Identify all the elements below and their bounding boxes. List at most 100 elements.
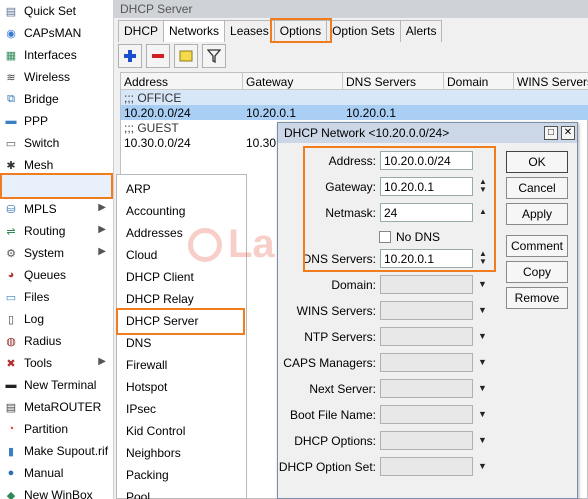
column-domain[interactable]: Domain — [444, 73, 514, 90]
wins-servers-input[interactable] — [380, 301, 473, 320]
maximize-button[interactable]: □ — [544, 126, 558, 140]
sidebar-item-bridge[interactable]: ⧉ Bridge — [0, 88, 114, 110]
filter-button[interactable] — [202, 44, 226, 68]
sidebar-item-interfaces[interactable]: ▦ Interfaces — [0, 44, 114, 66]
submenu-item-dhcp-client[interactable]: DHCP Client — [117, 266, 246, 288]
sidebar-item-queues[interactable]: ◕ Queues — [0, 264, 114, 286]
dns-servers-label: DNS Servers: — [302, 252, 376, 266]
wins-servers-dropdown-icon[interactable]: ▼ — [478, 305, 487, 315]
sidebar-item-routing[interactable]: ⇌ Routing ▶ — [0, 220, 114, 242]
sidebar-item-wireless[interactable]: ≋ Wireless — [0, 66, 114, 88]
comment-button[interactable]: Comment — [506, 235, 568, 257]
sidebar-item-ppp[interactable]: ▬ PPP — [0, 110, 114, 132]
comment-button[interactable] — [174, 44, 198, 68]
sidebar-item-files[interactable]: ▭ Files — [0, 286, 114, 308]
ok-button[interactable]: OK — [506, 151, 568, 173]
submenu-item-packing[interactable]: Packing — [117, 464, 246, 486]
sidebar-item-label: Manual — [24, 466, 64, 480]
sidebar-item-quick-set[interactable]: ▤ Quick Set — [0, 0, 114, 22]
sidebar-item-metarouter[interactable]: ▤ MetaROUTER — [0, 396, 114, 418]
ntp-servers-label: NTP Servers: — [304, 330, 376, 344]
checkbox-icon — [379, 231, 391, 243]
tab-alerts[interactable]: Alerts — [399, 20, 443, 42]
apply-button[interactable]: Apply — [506, 203, 568, 225]
no-dns-label: No DNS — [396, 230, 441, 244]
sidebar-item-new-winbox[interactable]: ◆ New WinBox — [0, 484, 114, 499]
submenu-item-arp[interactable]: ARP — [117, 178, 246, 200]
gateway-spinner-icon[interactable]: ▲ ▼ — [477, 178, 489, 196]
submenu-item-firewall[interactable]: Firewall — [117, 354, 246, 376]
dns-servers-spinner-icon[interactable]: ▲ ▼ — [477, 250, 489, 268]
caps-managers-label: CAPS Managers: — [283, 356, 376, 370]
address-input[interactable]: 10.20.0.0/24 — [380, 151, 473, 170]
column-dns-servers[interactable]: DNS Servers — [343, 73, 444, 90]
column-wins-servers[interactable]: WINS Servers — [514, 73, 588, 90]
sidebar-item-log[interactable]: ▯ Log — [0, 308, 114, 330]
dhcp-option-set-input[interactable] — [380, 457, 473, 476]
domain-dropdown-icon[interactable]: ▼ — [478, 279, 487, 289]
tab-dhcp[interactable]: DHCP — [118, 20, 165, 42]
sidebar-item-mpls[interactable]: ⛁ MPLS ▶ — [0, 198, 114, 220]
submenu-item-dhcp-server[interactable]: DHCP Server — [117, 310, 246, 332]
dns-servers-input[interactable]: 10.20.0.1 — [380, 249, 473, 268]
next-server-dropdown-icon[interactable]: ▼ — [478, 383, 487, 393]
copy-button[interactable]: Copy — [506, 261, 568, 283]
submenu-item-neighbors[interactable]: Neighbors — [117, 442, 246, 464]
dhcp-options-input[interactable] — [380, 431, 473, 450]
bridge-icon: ⧉ — [7, 92, 15, 105]
remove-button[interactable]: Remove — [506, 287, 568, 309]
remove-button[interactable] — [146, 44, 170, 68]
sidebar-item-switch[interactable]: ▭ Switch — [0, 132, 114, 154]
dhcp-option-set-dropdown-icon[interactable]: ▼ — [478, 461, 487, 471]
mesh-icon: ✱ — [6, 159, 16, 172]
ntp-servers-dropdown-icon[interactable]: ▼ — [478, 331, 487, 341]
caps-managers-input[interactable] — [380, 353, 473, 372]
submenu-item-cloud[interactable]: Cloud — [117, 244, 246, 266]
table-row[interactable]: ;;; OFFICE — [121, 90, 588, 105]
netmask-up-icon[interactable]: ▲ — [477, 208, 489, 226]
next-server-input[interactable] — [380, 379, 473, 398]
table-row[interactable]: 10.20.0.0/24 10.20.0.1 10.20.0.1 — [121, 105, 588, 120]
submenu-item-hotspot[interactable]: Hotspot — [117, 376, 246, 398]
ntp-servers-input[interactable] — [380, 327, 473, 346]
sidebar-item-make-supout-rif[interactable]: ▮ Make Supout.rif — [0, 440, 114, 462]
sidebar-item-manual[interactable]: ● Manual — [0, 462, 114, 484]
submenu-item-dns[interactable]: DNS — [117, 332, 246, 354]
sidebar-item-partition[interactable]: ◔ Partition — [0, 418, 114, 440]
tab-option-sets[interactable]: Option Sets — [326, 20, 401, 42]
winbox-icon: ◆ — [6, 489, 16, 499]
tab-leases[interactable]: Leases — [224, 20, 275, 42]
domain-input[interactable] — [380, 275, 473, 294]
submenu-arrow-icon: ▶ — [98, 246, 106, 257]
no-dns-checkbox[interactable]: No DNS — [379, 230, 440, 244]
close-button[interactable]: ✕ — [561, 126, 575, 140]
submenu-item-addresses[interactable]: Addresses — [117, 222, 246, 244]
submenu-item-ipsec[interactable]: IPsec — [117, 398, 246, 420]
submenu-item-kid-control[interactable]: Kid Control — [117, 420, 246, 442]
sidebar-item-radius[interactable]: ◍ Radius — [0, 330, 114, 352]
cancel-button[interactable]: Cancel — [506, 177, 568, 199]
submenu-item-dhcp-relay[interactable]: DHCP Relay — [117, 288, 246, 310]
table-header: Address Gateway DNS Servers Domain WINS … — [121, 73, 588, 90]
plus-icon — [124, 50, 136, 62]
gateway-row: Gateway: 10.20.0.1 ▲ ▼ — [278, 177, 503, 197]
sidebar-item-label: New WinBox — [24, 488, 93, 499]
dhcp-network-dialog: DHCP Network <10.20.0.0/24> □ ✕ Address:… — [277, 122, 578, 499]
caps-managers-dropdown-icon[interactable]: ▼ — [478, 357, 487, 367]
sidebar-item-tools[interactable]: ✖ Tools ▶ — [0, 352, 114, 374]
boot-file-name-dropdown-icon[interactable]: ▼ — [478, 409, 487, 419]
column-gateway[interactable]: Gateway — [243, 73, 343, 90]
add-button[interactable] — [118, 44, 142, 68]
sidebar-item-capsman[interactable]: ◉ CAPsMAN — [0, 22, 114, 44]
sidebar-item-new-terminal[interactable]: ▬ New Terminal — [0, 374, 114, 396]
netmask-input[interactable]: 24 — [380, 203, 473, 222]
gateway-input[interactable]: 10.20.0.1 — [380, 177, 473, 196]
column-address[interactable]: Address — [121, 73, 243, 90]
tab-networks[interactable]: Networks — [163, 20, 226, 42]
sidebar-item-system[interactable]: ⚙ System ▶ — [0, 242, 114, 264]
dhcp-options-dropdown-icon[interactable]: ▼ — [478, 435, 487, 445]
minus-icon — [152, 54, 164, 58]
submenu-item-pool[interactable]: Pool — [117, 486, 246, 499]
submenu-item-accounting[interactable]: Accounting — [117, 200, 246, 222]
boot-file-name-input[interactable] — [380, 405, 473, 424]
